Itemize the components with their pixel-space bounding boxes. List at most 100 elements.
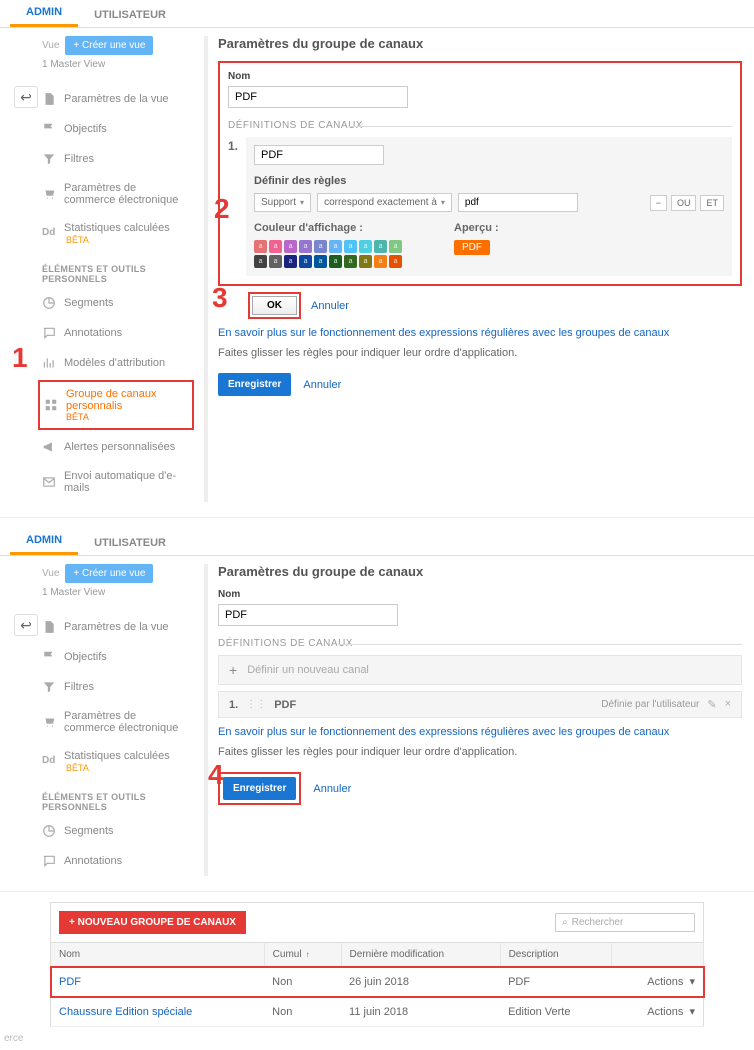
row-name[interactable]: PDF — [51, 967, 265, 997]
name-input[interactable] — [228, 86, 408, 108]
new-channel-group-button[interactable]: + NOUVEAU GROUPE DE CANAUX — [59, 911, 246, 934]
menu-view-settings[interactable]: Paramètres de la vue — [42, 612, 190, 642]
menu-attribution[interactable]: 1 Modèles d'attribution — [42, 348, 190, 378]
and-button[interactable]: ET — [700, 195, 724, 211]
name-input[interactable] — [218, 604, 398, 626]
cancel-link-2[interactable]: Annuler — [303, 379, 341, 391]
master-view-label[interactable]: 1 Master View — [42, 587, 190, 598]
menu-view-settings[interactable]: Paramètres de la vue — [42, 84, 190, 114]
col-modified[interactable]: Dernière modification — [341, 943, 500, 967]
color-swatch[interactable]: a — [254, 240, 267, 253]
dd-icon: Dd — [42, 755, 56, 769]
color-swatch[interactable]: a — [344, 255, 357, 268]
col-desc[interactable]: Description — [500, 943, 612, 967]
row-name[interactable]: Chaussure Edition spéciale — [51, 997, 265, 1027]
color-swatch[interactable]: a — [359, 240, 372, 253]
menu-label: Objectifs — [64, 651, 107, 663]
color-swatch[interactable]: a — [269, 240, 282, 253]
color-swatch[interactable]: a — [374, 255, 387, 268]
match-value-input[interactable] — [458, 193, 578, 212]
color-swatch[interactable]: a — [269, 255, 282, 268]
channel-row[interactable]: 1. ⋮⋮ PDF Définie par l'utilisateur ✎ × — [218, 691, 742, 718]
tab-user[interactable]: UTILISATEUR — [78, 3, 182, 27]
save-button[interactable]: Enregistrer — [218, 373, 291, 396]
drag-handle-icon[interactable]: ⋮⋮ — [246, 699, 266, 710]
rule-body: Définir des règles Support▾ correspond e… — [246, 137, 732, 276]
funnel-icon — [42, 680, 56, 694]
edit-icon[interactable]: ✎ — [707, 698, 716, 711]
color-swatch[interactable]: a — [284, 255, 297, 268]
divider — [204, 36, 208, 502]
create-view-button[interactable]: + Créer une vue — [65, 36, 153, 55]
tab-admin[interactable]: ADMIN — [10, 528, 78, 555]
tab-user[interactable]: UTILISATEUR — [78, 531, 182, 555]
color-swatch[interactable]: a — [299, 255, 312, 268]
ok-button[interactable]: OK — [252, 296, 297, 315]
color-swatch[interactable]: a — [344, 240, 357, 253]
menu-ecommerce[interactable]: Paramètres de commerce électronique — [42, 174, 190, 214]
menu-label: Envoi automatique d'e-mails — [64, 470, 190, 494]
menu-annotations[interactable]: Annotations — [42, 846, 190, 876]
tab-admin[interactable]: ADMIN — [10, 0, 78, 27]
color-swatch[interactable]: a — [314, 240, 327, 253]
menu-alerts[interactable]: Alertes personnalisées — [42, 432, 190, 462]
menu-channel-group[interactable]: Groupe de canaux personnalisBÊTA — [38, 380, 194, 430]
table-row[interactable]: PDF Non 26 juin 2018 PDF Actions ▾ — [51, 967, 704, 997]
menu-objectives[interactable]: Objectifs — [42, 642, 190, 672]
color-swatch[interactable]: a — [284, 240, 297, 253]
regex-help-link[interactable]: En savoir plus sur le fonctionnement des… — [218, 726, 669, 738]
actions-menu[interactable]: Actions ▾ — [647, 976, 695, 988]
color-swatch[interactable]: a — [389, 240, 402, 253]
color-swatch[interactable]: a — [389, 255, 402, 268]
color-swatch[interactable]: a — [254, 255, 267, 268]
rule-name-input[interactable] — [254, 145, 384, 165]
dimension-select[interactable]: Support▾ — [254, 193, 311, 212]
actions-menu[interactable]: Actions ▾ — [647, 1006, 695, 1018]
menu-annotations[interactable]: Annotations — [42, 318, 190, 348]
menu-section-personal: ÉLÉMENTS ET OUTILS PERSONNELS — [42, 792, 190, 812]
menu-segments[interactable]: Segments — [42, 816, 190, 846]
drag-hint: Faites glisser les règles pour indiquer … — [218, 746, 742, 758]
menu-objectives[interactable]: Objectifs — [42, 114, 190, 144]
back-button[interactable]: ↩ — [14, 86, 38, 108]
save-button[interactable]: Enregistrer — [223, 777, 296, 800]
color-swatch[interactable]: a — [329, 240, 342, 253]
remove-button[interactable]: − — [650, 195, 667, 211]
menu-calculated[interactable]: Dd Statistiques calculées BÊTA — [42, 214, 190, 254]
menu-segments[interactable]: Segments — [42, 288, 190, 318]
menu-ecommerce[interactable]: Paramètres de commerce électronique — [42, 702, 190, 742]
menu-label: Filtres — [64, 681, 94, 693]
menu-email[interactable]: Envoi automatique d'e-mails — [42, 462, 190, 502]
color-swatch[interactable]: a — [299, 240, 312, 253]
menu-label: Modèles d'attribution — [64, 357, 165, 369]
menu-label: Groupe de canaux personnalisBÊTA — [66, 388, 188, 422]
or-button[interactable]: OU — [671, 195, 697, 211]
new-channel-row[interactable]: + Définir un nouveau canal — [218, 655, 742, 685]
close-icon[interactable]: × — [725, 698, 731, 711]
back-button[interactable]: ↩ — [14, 614, 38, 636]
menu-filters[interactable]: Filtres — [42, 672, 190, 702]
comment-icon — [42, 854, 56, 868]
cancel-link[interactable]: Annuler — [313, 783, 351, 795]
cancel-link[interactable]: Annuler — [311, 300, 349, 312]
menu-filters[interactable]: Filtres — [42, 144, 190, 174]
search-icon: ⌕ — [562, 917, 568, 928]
master-view-label[interactable]: 1 Master View — [42, 59, 190, 70]
menu-calculated[interactable]: DdStatistiques calculées BÊTA — [42, 742, 190, 782]
pie-icon — [42, 296, 56, 310]
grid-icon — [44, 398, 58, 412]
table-row[interactable]: Chaussure Edition spéciale Non 11 juin 2… — [51, 997, 704, 1027]
callout-2: 2 — [214, 193, 230, 225]
color-swatch[interactable]: a — [314, 255, 327, 268]
regex-help-link[interactable]: En savoir plus sur le fonctionnement des… — [218, 327, 669, 339]
tabs-bar: ADMIN UTILISATEUR — [0, 0, 754, 28]
col-name[interactable]: Nom — [51, 943, 265, 967]
col-cumul[interactable]: Cumul↑ — [264, 943, 341, 967]
search-input[interactable]: ⌕ Rechercher — [555, 913, 695, 932]
color-swatch[interactable]: a — [374, 240, 387, 253]
match-select[interactable]: correspond exactement à▾ — [317, 193, 452, 212]
create-view-button[interactable]: + Créer une vue — [65, 564, 153, 583]
color-swatch[interactable]: a — [329, 255, 342, 268]
color-swatch[interactable]: a — [359, 255, 372, 268]
plus-icon[interactable]: + — [229, 662, 237, 678]
